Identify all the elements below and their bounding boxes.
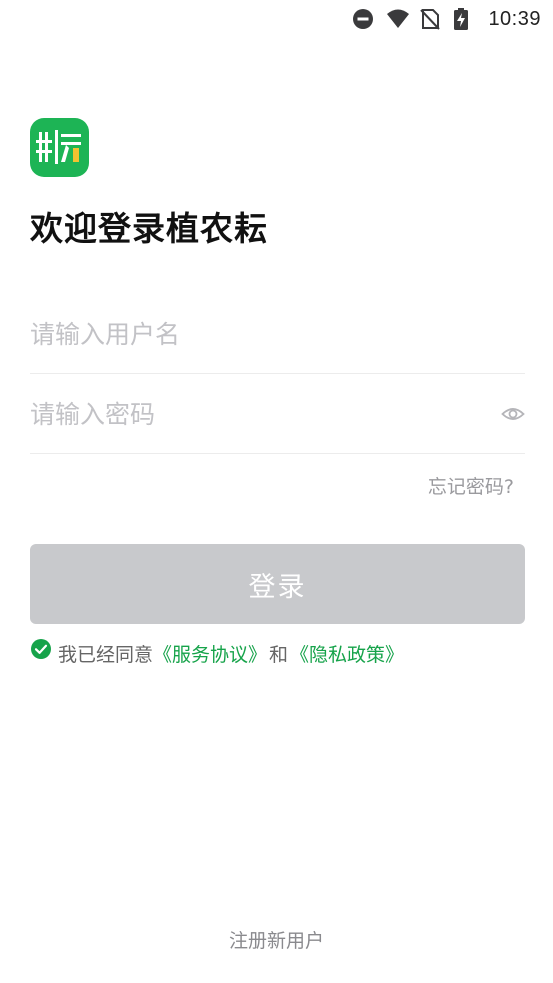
do-not-disturb-icon xyxy=(352,8,374,30)
service-agreement-link[interactable]: 《服务协议》 xyxy=(153,640,267,667)
no-sim-icon xyxy=(420,8,442,30)
agreement-prefix: 我已经同意 xyxy=(58,643,154,666)
password-input[interactable] xyxy=(30,374,470,454)
register-link[interactable]: 注册新用户 xyxy=(0,926,553,953)
agreement-row: 我已经同意 《服务协议》 和 《隐私政策》 xyxy=(31,638,404,668)
username-input[interactable] xyxy=(30,294,470,374)
username-field-row xyxy=(30,294,525,374)
welcome-title: 欢迎登录植农耘 xyxy=(30,209,268,248)
status-icons: 10:39 xyxy=(352,6,541,32)
app-logo-icon xyxy=(30,118,89,177)
check-icon[interactable] xyxy=(31,639,51,659)
forgot-password-link[interactable]: 忘记密码? xyxy=(428,472,514,499)
password-field-row xyxy=(30,374,525,454)
eye-icon[interactable] xyxy=(501,402,525,426)
status-time: 10:39 xyxy=(488,7,541,30)
wifi-icon xyxy=(386,8,410,30)
status-bar: 10:39 xyxy=(0,0,553,38)
privacy-policy-link[interactable]: 《隐私政策》 xyxy=(290,640,404,667)
agreement-and: 和 xyxy=(269,643,289,666)
login-button[interactable]: 登录 xyxy=(30,544,525,624)
battery-charging-icon xyxy=(454,8,476,30)
